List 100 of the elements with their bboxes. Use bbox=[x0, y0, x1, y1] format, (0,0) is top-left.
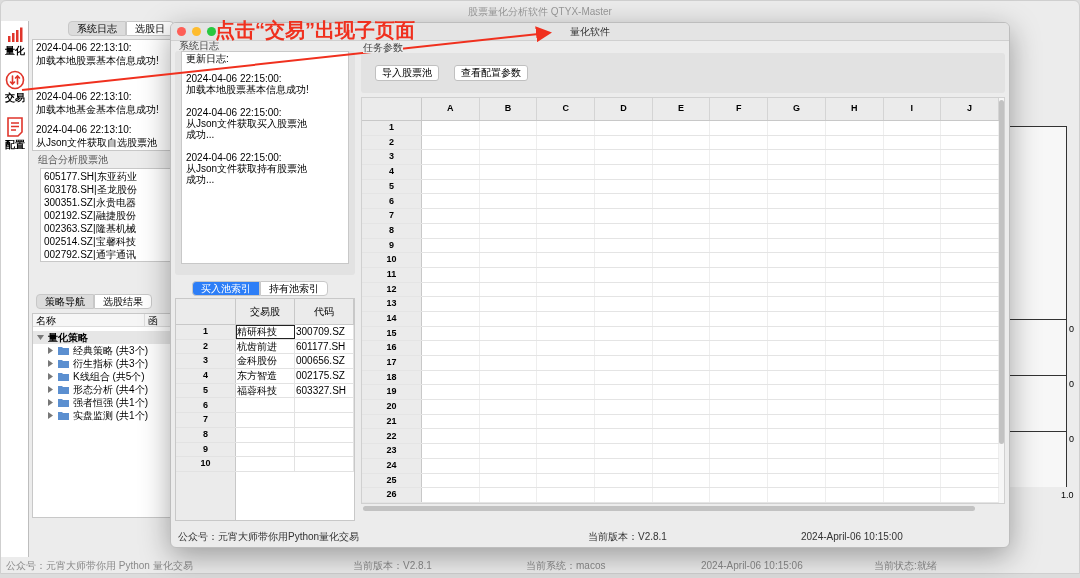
status-text: 公众号：元宵大师带你用 Python 量化交易 bbox=[5, 558, 194, 573]
table-cell[interactable]: 002175.SZ bbox=[295, 369, 354, 383]
zoom-button[interactable] bbox=[207, 27, 216, 36]
column-header[interactable]: A bbox=[422, 98, 480, 120]
log-message: 加载本地基金基本信息成功! bbox=[36, 103, 160, 116]
stock-list-item[interactable]: 002514.SZ|宝馨科技 bbox=[44, 235, 170, 248]
document-icon bbox=[5, 117, 24, 137]
annotation-text: 点击“交易”出现子页面 bbox=[215, 19, 415, 41]
row-header: 6 bbox=[176, 398, 236, 413]
tree-item[interactable]: 形态分析 (共4个) bbox=[73, 383, 148, 396]
table-cell[interactable]: 601177.SH bbox=[295, 339, 354, 354]
column-header[interactable]: F bbox=[710, 98, 769, 120]
tree-item[interactable]: K线组合 (共5个) bbox=[73, 370, 145, 383]
tab[interactable]: 持有池索引 bbox=[260, 281, 328, 296]
log-message: 加载本地股票基本信息成功! bbox=[186, 84, 310, 95]
row-header: 4 bbox=[176, 369, 236, 383]
column-header[interactable]: D bbox=[595, 98, 653, 120]
folder-icon bbox=[58, 398, 69, 407]
table-cell[interactable]: 福蓉科技 bbox=[236, 383, 295, 398]
column-header[interactable]: E bbox=[652, 98, 711, 120]
column-header[interactable]: 名称 bbox=[33, 314, 145, 326]
table-cell[interactable]: 300709.SZ bbox=[295, 325, 354, 339]
axis-label: 0 bbox=[1069, 324, 1074, 335]
sidebar-item[interactable]: 量化 bbox=[1, 27, 28, 56]
tab[interactable]: 选股结果 bbox=[94, 294, 152, 309]
log-message: 从Json文件获取买入股票池成功... bbox=[186, 118, 309, 140]
scrollbar[interactable] bbox=[998, 100, 1004, 444]
row-header: 1 bbox=[362, 121, 422, 135]
tab[interactable]: 策略导航 bbox=[36, 294, 94, 309]
row-header: 20 bbox=[362, 400, 422, 414]
tab[interactable]: 买入池索引 bbox=[192, 281, 260, 296]
status-text: 当前系统：macos bbox=[526, 558, 607, 573]
column-header[interactable]: B bbox=[479, 98, 538, 120]
folder-icon bbox=[58, 346, 69, 355]
tab[interactable]: 选股日 bbox=[126, 21, 174, 36]
row-header: 10 bbox=[362, 253, 422, 267]
log-time: 2024-04-06 22:15:00: bbox=[186, 73, 283, 84]
table-cell[interactable]: 金科股份 bbox=[236, 354, 295, 369]
log-time: 2024-04-06 22:13:10: bbox=[36, 123, 133, 136]
tree-item[interactable]: 衍生指标 (共3个) bbox=[73, 357, 148, 370]
log-time: 2024-04-06 22:13:10: bbox=[36, 41, 133, 54]
sidebar-item[interactable]: 配置 bbox=[1, 117, 28, 150]
status-text: 当前状态:就绪 bbox=[874, 558, 937, 573]
table-cell[interactable]: 东方智造 bbox=[236, 369, 295, 383]
folder-icon bbox=[58, 411, 69, 420]
log-message: 从Json文件获取自选股票池 bbox=[36, 136, 159, 149]
column-header[interactable]: C bbox=[537, 98, 596, 120]
table-cell[interactable]: 000656.SZ bbox=[295, 354, 354, 369]
expand-down-icon[interactable] bbox=[37, 334, 44, 341]
group-label: 组合分析股票池 bbox=[38, 154, 109, 166]
status-text: 当前版本：V2.8.1 bbox=[353, 558, 433, 573]
stock-list-item[interactable]: 002363.SZ|隆基机械 bbox=[44, 222, 170, 235]
status-text: 2024-April-06 10:15:00 bbox=[801, 529, 903, 544]
column-header[interactable]: I bbox=[883, 98, 942, 120]
tab[interactable]: 系统日志 bbox=[68, 21, 126, 36]
stock-list-item[interactable]: 605177.SH|东亚药业 bbox=[44, 170, 170, 183]
row-header: 3 bbox=[362, 150, 422, 165]
row-header: 7 bbox=[176, 413, 236, 427]
tree-item[interactable]: 实盘监测 (共1个) bbox=[73, 409, 148, 422]
close-button[interactable] bbox=[177, 27, 186, 36]
table-cell[interactable]: 杭齿前进 bbox=[236, 339, 295, 354]
log-message: 加载本地股票基本信息成功! bbox=[36, 54, 160, 67]
section-label: 系统日志 bbox=[179, 41, 219, 51]
status-text: 2024-April-06 10:15:06 bbox=[701, 558, 804, 573]
tree-item[interactable]: 经典策略 (共3个) bbox=[73, 344, 148, 357]
status-text: 当前版本：V2.8.1 bbox=[588, 529, 668, 544]
column-header[interactable]: 代码 bbox=[295, 299, 354, 324]
stock-list-item[interactable]: 603178.SH|圣龙股份 bbox=[44, 183, 170, 196]
up-down-arrows-icon bbox=[4, 70, 25, 90]
status-text: 公众号：元宵大师带你用Python量化交易 bbox=[177, 529, 361, 544]
row-header: 23 bbox=[362, 444, 422, 458]
tree-item[interactable]: 强者恒强 (共1个) bbox=[73, 396, 148, 409]
axis-label: 1.0 bbox=[1061, 490, 1075, 501]
row-header: 19 bbox=[362, 385, 422, 400]
action-button[interactable]: 导入股票池 bbox=[375, 65, 439, 81]
column-header[interactable]: 函 bbox=[145, 314, 158, 326]
column-header[interactable]: G bbox=[768, 98, 826, 120]
table-cell[interactable]: 603327.SH bbox=[295, 383, 354, 398]
row-header: 22 bbox=[362, 429, 422, 444]
stock-list-item[interactable]: 002192.SZ|融捷股份 bbox=[44, 209, 170, 222]
row-header: 6 bbox=[362, 194, 422, 209]
section-label: 任务参数 bbox=[363, 43, 403, 53]
row-header: 16 bbox=[362, 341, 422, 355]
column-header[interactable]: J bbox=[941, 98, 999, 120]
stock-list-item[interactable]: 002792.SZ|通宇通讯 bbox=[44, 248, 170, 261]
window-title: 量化软件 bbox=[570, 25, 610, 39]
scrollbar[interactable] bbox=[363, 506, 975, 512]
bar-chart-icon bbox=[6, 27, 23, 43]
stock-list-item[interactable]: 300351.SZ|永贵电器 bbox=[44, 196, 170, 209]
axis-label: 0 bbox=[1069, 379, 1074, 390]
row-header: 13 bbox=[362, 297, 422, 311]
table-cell[interactable]: 精研科技 bbox=[236, 325, 295, 339]
action-button[interactable]: 查看配置参数 bbox=[454, 65, 528, 81]
minimize-button[interactable] bbox=[192, 27, 201, 36]
row-header: 4 bbox=[362, 165, 422, 179]
sidebar-item[interactable]: 交易 bbox=[1, 70, 28, 103]
column-header[interactable]: H bbox=[825, 98, 884, 120]
window-title: 股票量化分析软件 QTYX-Master bbox=[468, 4, 612, 19]
column-header[interactable]: 交易股 bbox=[236, 299, 295, 324]
row-header: 26 bbox=[362, 488, 422, 502]
